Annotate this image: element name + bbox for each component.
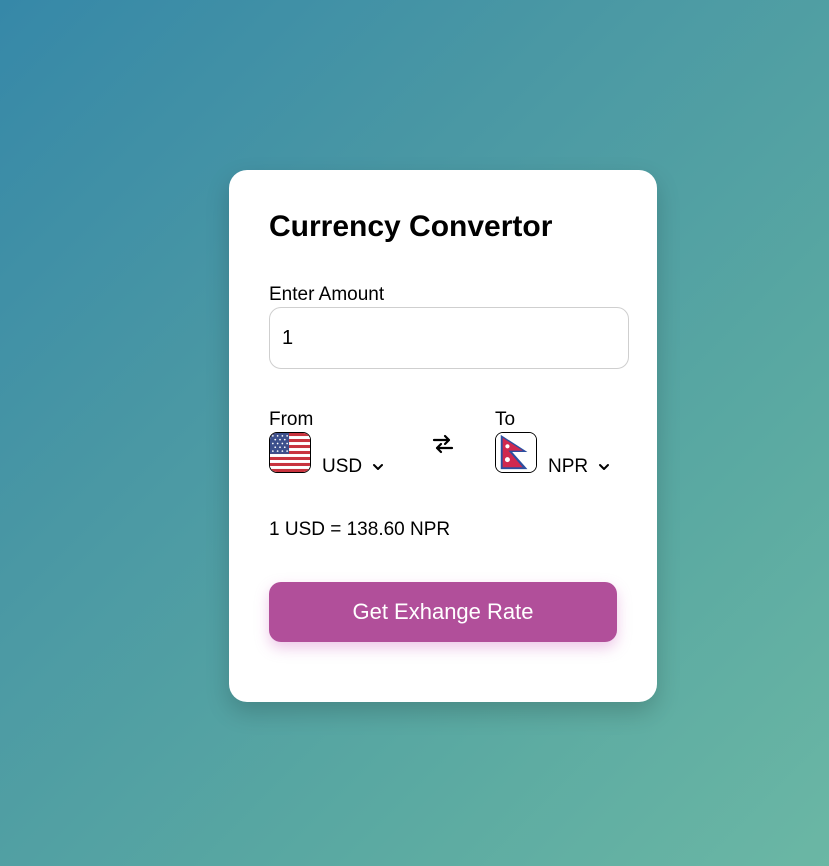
us-flag-icon bbox=[269, 432, 311, 473]
chevron-down-icon bbox=[373, 464, 384, 470]
nepal-flag-icon bbox=[495, 432, 537, 473]
to-currency-select[interactable]: NPR bbox=[548, 456, 610, 478]
to-currency-value: NPR bbox=[548, 456, 589, 477]
chevron-down-icon bbox=[599, 464, 610, 470]
from-currency-value: USD bbox=[322, 456, 363, 477]
get-exchange-rate-button[interactable]: Get Exhange Rate bbox=[269, 582, 617, 642]
converter-card: Currency Convertor Enter Amount From USD bbox=[229, 170, 657, 702]
swap-arrows-icon[interactable] bbox=[431, 432, 455, 456]
to-label: To bbox=[495, 409, 516, 430]
page-title: Currency Convertor bbox=[269, 210, 553, 243]
from-currency-select[interactable]: USD bbox=[322, 456, 384, 478]
from-label: From bbox=[269, 409, 314, 430]
amount-label: Enter Amount bbox=[269, 284, 385, 305]
exchange-rate-text: 1 USD = 138.60 NPR bbox=[269, 519, 451, 540]
amount-input[interactable] bbox=[269, 307, 629, 369]
